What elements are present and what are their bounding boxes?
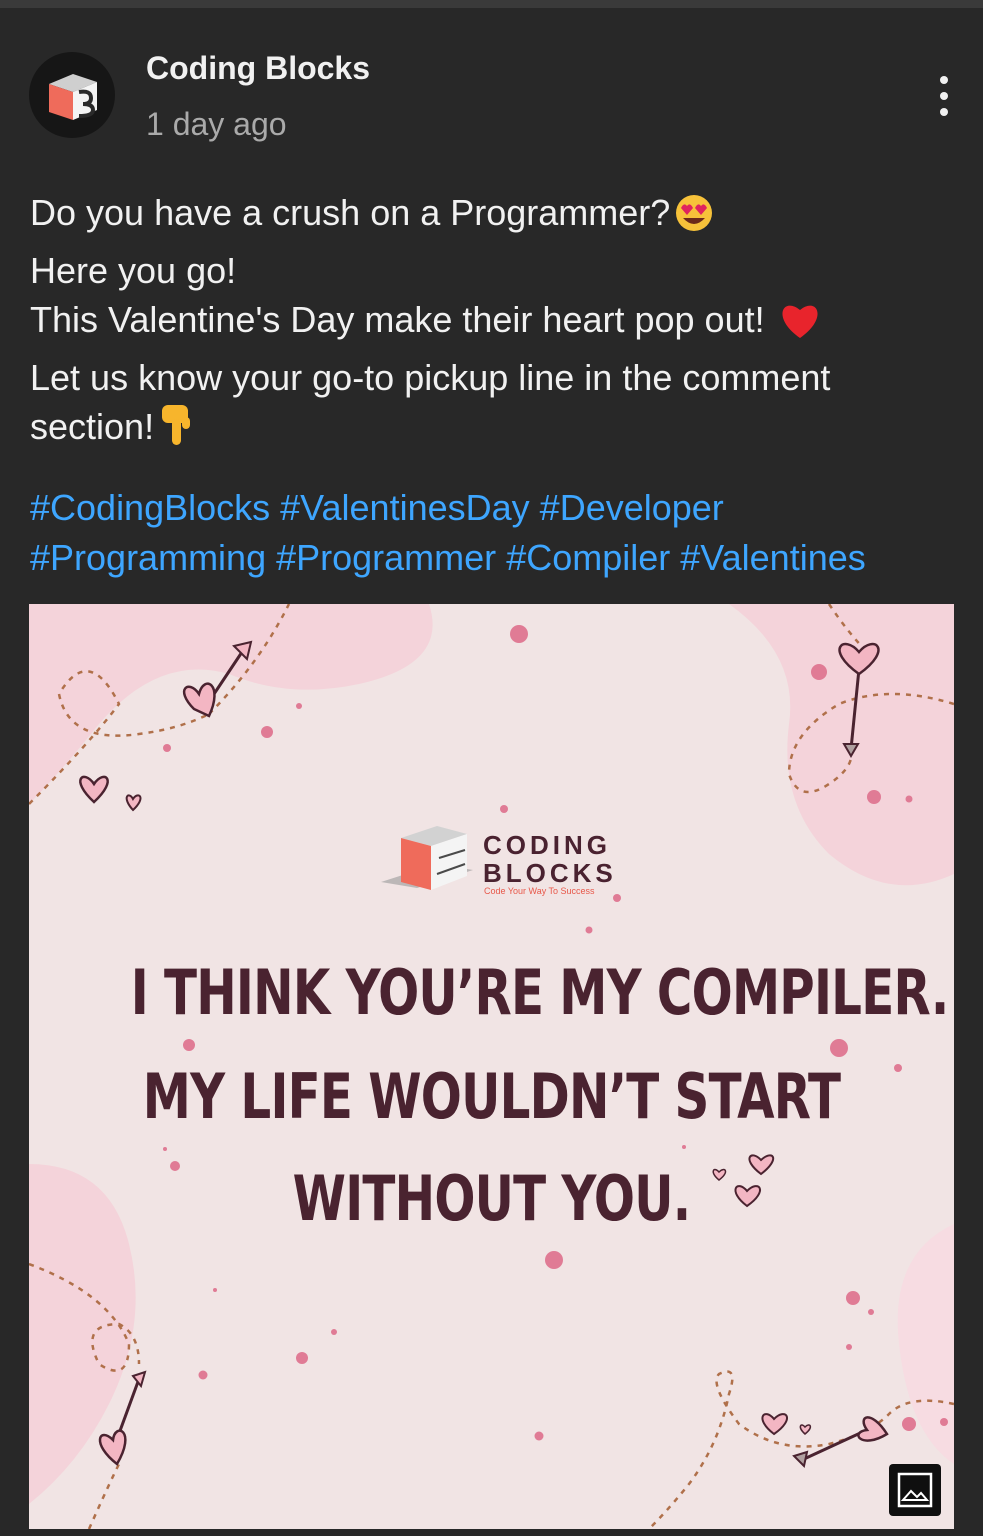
logo-text-blocks: BLOCKS bbox=[483, 858, 617, 888]
hashtag-link[interactable]: #Programming bbox=[30, 537, 266, 578]
hashtag-link[interactable]: #CodingBlocks bbox=[30, 487, 270, 528]
hashtag-link[interactable]: #Programmer bbox=[276, 537, 496, 578]
coding-blocks-brand-logo: CODING BLOCKS Code Your Way To Success bbox=[377, 824, 617, 904]
menu-dot bbox=[940, 108, 948, 116]
image-viewer-button[interactable] bbox=[889, 1464, 941, 1516]
post-image[interactable]: CODING BLOCKS Code Your Way To Success I… bbox=[29, 604, 954, 1529]
quote-line: MY LIFE WOULDN’T START bbox=[142, 1060, 841, 1133]
logo-text-coding: CODING bbox=[483, 830, 611, 860]
hashtag-link[interactable]: #Developer bbox=[540, 487, 724, 528]
menu-dot bbox=[940, 92, 948, 100]
post-text-line: section! bbox=[30, 406, 155, 447]
post-text: Do you have a crush on a Programmer? Her… bbox=[30, 188, 955, 460]
image-icon bbox=[897, 1472, 933, 1508]
quote-line: I THINK YOU’RE MY COMPILER. bbox=[130, 956, 949, 1029]
post-text-line: Here you go! bbox=[30, 249, 237, 291]
post-text-line: This Valentine's Day make their heart po… bbox=[30, 299, 765, 340]
more-options-button[interactable] bbox=[922, 70, 966, 120]
more-vertical-icon bbox=[940, 76, 948, 84]
coding-blocks-logo-icon bbox=[49, 74, 97, 120]
heart-eyes-emoji-icon bbox=[672, 193, 716, 246]
hashtag-link[interactable]: #Valentines bbox=[680, 537, 865, 578]
red-heart-emoji-icon bbox=[777, 300, 823, 353]
hashtag-link[interactable]: #Compiler bbox=[506, 537, 670, 578]
post-text-line: Do you have a crush on a Programmer? bbox=[30, 192, 671, 233]
pointing-down-emoji-icon bbox=[156, 403, 196, 460]
channel-avatar[interactable] bbox=[29, 52, 115, 138]
channel-name[interactable]: Coding Blocks bbox=[146, 50, 370, 87]
logo-tagline: Code Your Way To Success bbox=[484, 886, 595, 896]
post-text-line: Let us know your go-to pickup line in th… bbox=[30, 356, 831, 398]
cube-logo-icon bbox=[381, 826, 473, 890]
hashtags: #CodingBlocks #ValentinesDay #Developer … bbox=[30, 483, 970, 582]
post-time: 1 day ago bbox=[146, 106, 287, 142]
quote-line: WITHOUT YOU. bbox=[292, 1162, 691, 1235]
hashtag-link[interactable]: #ValentinesDay bbox=[280, 487, 530, 528]
top-divider bbox=[0, 0, 983, 8]
